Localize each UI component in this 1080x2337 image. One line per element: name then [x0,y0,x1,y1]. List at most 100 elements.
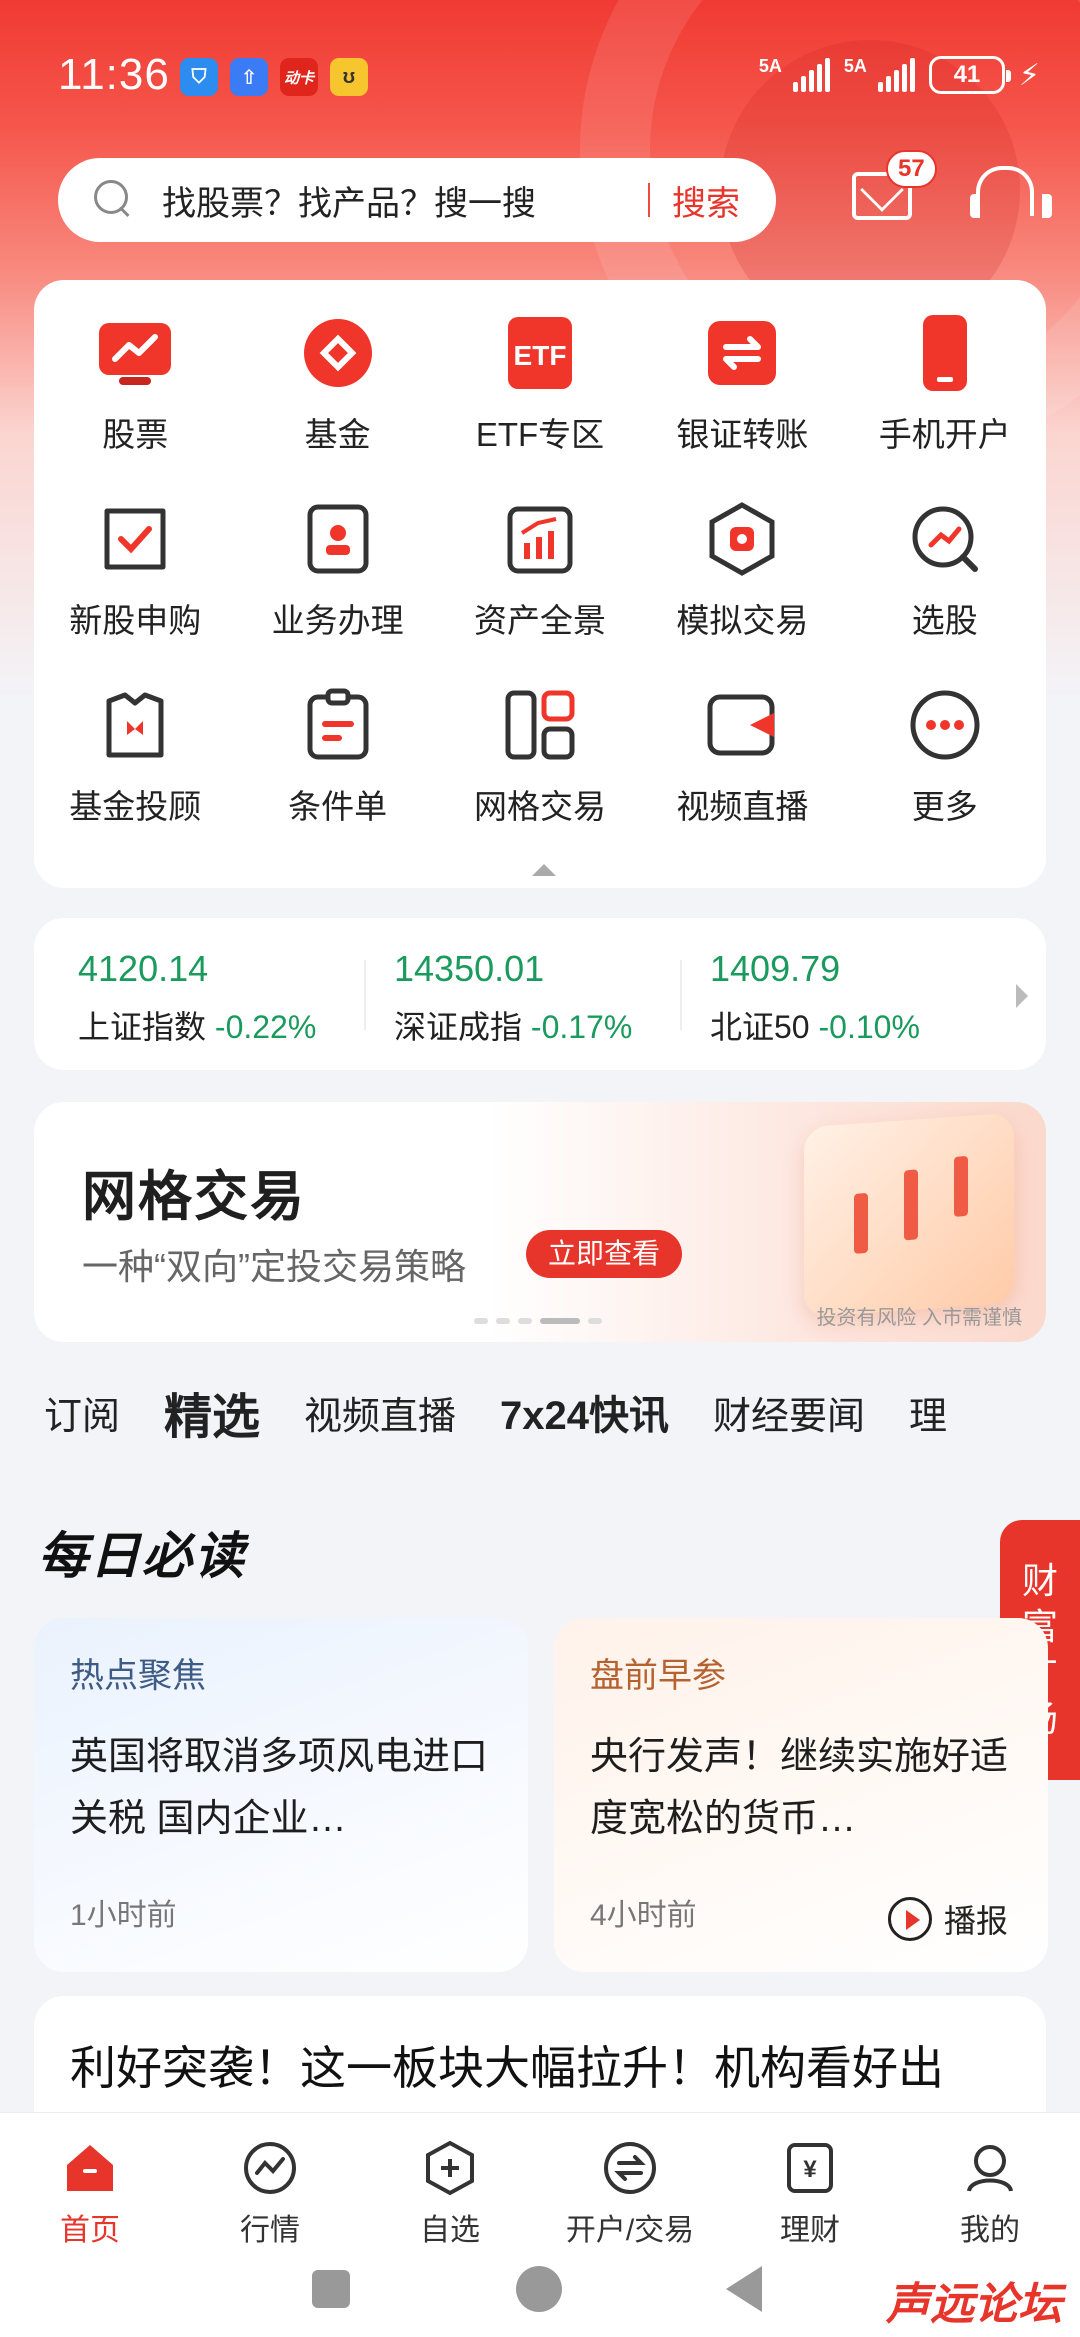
search-icon [94,180,134,220]
transfer-icon [699,310,785,396]
index-shanghai[interactable]: 4120.14 上证指数 -0.22% [78,918,394,1070]
broadcast-button[interactable]: 播报 [887,1896,1008,1942]
condition-order-icon [295,682,381,768]
phone-account-icon [902,310,988,396]
news-title: 央行发声！继续实施好适度宽松的货币… [590,1736,1009,1840]
watermark: 声远论坛 [886,2279,1062,2330]
profile-icon [961,2139,1019,2197]
nav-market[interactable]: 行情 [180,2113,360,2250]
tab-flash-news[interactable]: 7x24快讯 [500,1383,669,1441]
tab-featured[interactable]: 精选 [164,1377,260,1447]
svg-text:ETF: ETF [514,340,567,371]
collapse-toggle-icon[interactable] [474,858,614,888]
shield-icon: ⛉ [180,58,218,96]
func-ipo[interactable]: 新股申购 [34,496,236,642]
upload-icon: ⇧ [230,58,268,96]
nav-trade[interactable]: 开户/交易 [540,2113,720,2250]
fund-advisor-icon [92,682,178,768]
business-icon [295,496,381,582]
fund-icon [295,310,381,396]
func-fund-advisor[interactable]: 基金投顾 [34,682,236,828]
bottom-navigation: 首页 行情 自选 开户/交易 ¥ 理财 我的 [0,2112,1080,2250]
headline-title: 利好突袭！这一板块大幅拉升！机构看好出 [70,2042,944,2094]
func-video-live[interactable]: 视频直播 [641,682,843,828]
play-icon [887,1897,932,1941]
func-etf[interactable]: ETF ETF专区 [439,310,641,456]
news-time: 4小时前 [590,1899,697,1932]
content-tabs: 订阅 精选 视频直播 7x24快讯 财经要闻 理 [0,1372,1080,1452]
news-category: 热点聚焦 [70,1657,206,1695]
trade-icon [601,2139,659,2197]
system-nav-bar: 声远论坛 [0,2250,1080,2337]
nav-wealth[interactable]: ¥ 理财 [720,2113,900,2250]
news-card[interactable]: 盘前早参 央行发声！继续实施好适度宽松的货币… 4小时前 播报 [554,1618,1048,1972]
func-asset[interactable]: 资产全景 [439,496,641,642]
func-more[interactable]: 更多 [844,682,1046,828]
etf-icon: ETF [497,310,583,396]
func-stock-picker[interactable]: 选股 [844,496,1046,642]
news-category: 盘前早参 [590,1657,726,1695]
app-badge-icon: 动卡 [280,58,318,96]
index-bz50[interactable]: 1409.79 北证50 -0.10% [680,918,1026,1070]
candlestick-illustration [804,1112,1014,1318]
carousel-indicator [474,1318,602,1324]
tab-subscribe[interactable]: 订阅 [44,1385,120,1440]
stock-picker-icon [902,496,988,582]
customer-service-icon[interactable] [970,166,1052,222]
daily-read-heading: 每日必读 [38,1526,246,1585]
banner-subtitle: 一种“双向”定投交易策略 [82,1246,466,1287]
banner-title: 网格交易 [82,1167,306,1227]
more-icon [902,682,988,768]
home-button[interactable] [516,2266,562,2312]
recent-apps-button[interactable] [312,2270,350,2308]
status-bar: 11:36 ⛉ ⇧ 动卡 ʊ 5A 5A 41 ⚡ [0,0,1080,150]
news-time: 1小时前 [70,1899,177,1932]
asset-overview-icon [497,496,583,582]
func-transfer[interactable]: 银证转账 [641,310,843,456]
nav-watchlist[interactable]: 自选 [360,2113,540,2250]
func-business[interactable]: 业务办理 [236,496,438,642]
tab-finance-news[interactable]: 财经要闻 [713,1385,865,1440]
simulated-trade-icon [699,496,785,582]
search-bar[interactable]: 找股票？找产品？搜一搜 搜索 [58,158,776,242]
ipo-subscribe-icon [92,496,178,582]
tab-wealth[interactable]: 理 [909,1385,947,1440]
clock: 11:36 [58,50,170,99]
func-grid-trade[interactable]: 网格交易 [439,682,641,828]
func-condition-order[interactable]: 条件单 [236,682,438,828]
function-card: 股票 基金 ETF ETF专区 银证转账 手机开户 新股申购 业务办理 资产全景… [34,280,1046,888]
back-button[interactable] [726,2266,762,2312]
index-ticker[interactable]: 4120.14 上证指数 -0.22% 14350.01 深证成指 -0.17%… [34,918,1046,1070]
notification-icons: ⛉ ⇧ 动卡 ʊ [180,58,368,96]
func-simulated[interactable]: 模拟交易 [641,496,843,642]
nav-profile[interactable]: 我的 [900,2113,1080,2250]
battery-icon: 41 [928,56,1011,94]
promo-banner[interactable]: 网格交易 一种“双向”定投交易策略 立即查看 投资有风险 入市需谨慎 [34,1102,1046,1342]
search-divider [648,183,650,217]
func-phone-account[interactable]: 手机开户 [844,310,1046,456]
func-stock[interactable]: 股票 [34,310,236,456]
market-icon [241,2139,299,2197]
yuan-icon: ¥ [781,2139,839,2197]
chevron-right-icon[interactable] [1016,984,1028,1008]
risk-disclaimer: 投资有风险 入市需谨慎 [816,1307,1022,1329]
search-input[interactable]: 找股票？找产品？搜一搜 [162,176,648,225]
svg-text:¥: ¥ [803,2156,817,2183]
banner-cta-button[interactable]: 立即查看 [526,1230,683,1278]
home-icon [61,2139,119,2197]
mail-count-badge: 57 [886,150,937,188]
watchlist-icon [421,2139,479,2197]
nav-home[interactable]: 首页 [0,2113,180,2250]
signal-icon: 5A [844,56,915,92]
bunny-app-icon: ʊ [330,58,368,96]
func-fund[interactable]: 基金 [236,310,438,456]
video-live-icon [699,682,785,768]
signal-icon: 5A [759,56,830,92]
index-shenzhen[interactable]: 14350.01 深证成指 -0.17% [364,918,710,1070]
charging-icon: ⚡ [1018,58,1040,92]
search-button[interactable]: 搜索 [672,176,740,225]
stock-chart-icon [92,310,178,396]
grid-trade-icon [497,682,583,768]
news-card[interactable]: 热点聚焦 英国将取消多项风电进口关税 国内企业… 1小时前 [34,1618,528,1972]
tab-video-live[interactable]: 视频直播 [304,1385,456,1440]
